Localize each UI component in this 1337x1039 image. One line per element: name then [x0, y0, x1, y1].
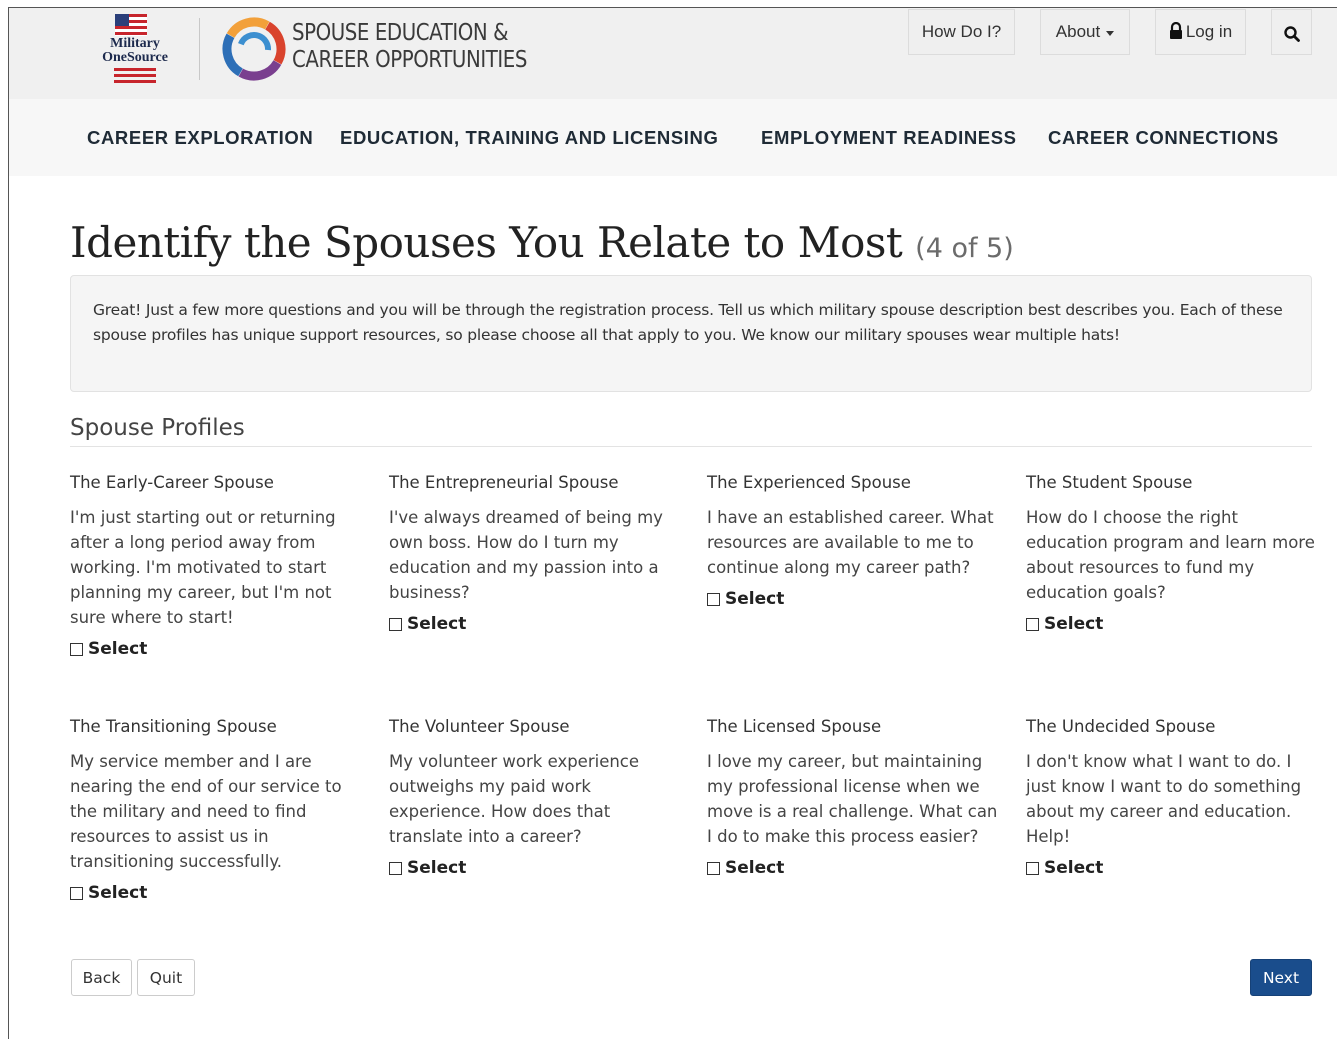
profile-card-undecided: The Undecided Spouse I don't know what I…	[1026, 716, 1326, 879]
checkbox-icon[interactable]	[70, 886, 83, 900]
select-licensed-checkbox[interactable]: Select	[707, 857, 1007, 879]
checkbox-icon[interactable]	[389, 617, 402, 631]
seco-swirl-logo-icon[interactable]	[221, 17, 287, 81]
nav-career-connections[interactable]: CAREER CONNECTIONS	[1048, 127, 1279, 149]
profile-title: The Early-Career Spouse	[70, 473, 274, 492]
login-button[interactable]: Log in	[1155, 9, 1246, 55]
search-icon	[1283, 26, 1300, 42]
profile-card-entrepreneurial: The Entrepreneurial Spouse I've always d…	[389, 472, 689, 635]
profile-title: The Volunteer Spouse	[389, 717, 570, 736]
select-label: Select	[1044, 614, 1104, 634]
profile-description: I love my career, but maintaining my pro…	[707, 752, 998, 846]
profile-title: The Licensed Spouse	[707, 717, 882, 736]
checkbox-icon[interactable]	[707, 592, 720, 606]
profile-title: The Entrepreneurial Spouse	[389, 473, 619, 492]
profile-title: The Transitioning Spouse	[70, 717, 277, 736]
checkbox-icon[interactable]	[707, 861, 720, 875]
profile-card-experienced: The Experienced Spouse I have an establi…	[707, 472, 1007, 610]
logo-text-onesource: OneSource	[102, 50, 168, 65]
lock-icon	[1169, 22, 1182, 39]
checkbox-icon[interactable]	[1026, 617, 1039, 631]
select-label: Select	[407, 858, 467, 878]
profile-title: The Undecided Spouse	[1026, 717, 1216, 736]
next-button[interactable]: Next	[1250, 959, 1312, 996]
caret-down-icon	[1106, 31, 1115, 36]
profile-description: I've always dreamed of being my own boss…	[389, 508, 663, 602]
nav-employment-readiness[interactable]: EMPLOYMENT READINESS	[761, 127, 1017, 149]
logo-divider	[199, 18, 200, 80]
main-nav: CAREER EXPLORATION EDUCATION, TRAINING A…	[9, 99, 1337, 176]
checkbox-icon[interactable]	[70, 642, 83, 656]
flag-icon	[115, 14, 147, 36]
how-do-i-label: How Do I?	[921, 22, 1002, 41]
page-title: Identify the Spouses You Relate to Most …	[70, 218, 1014, 267]
select-entrepreneurial-checkbox[interactable]: Select	[389, 613, 689, 635]
how-do-i-button[interactable]: How Do I?	[908, 9, 1015, 55]
section-divider	[70, 446, 1312, 447]
select-label: Select	[725, 589, 785, 609]
profile-title: The Student Spouse	[1026, 473, 1193, 492]
back-label: Back	[82, 968, 121, 987]
select-experienced-checkbox[interactable]: Select	[707, 588, 1007, 610]
about-dropdown[interactable]: About	[1040, 9, 1130, 55]
profile-description: My service member and I are nearing the …	[70, 752, 342, 871]
select-label: Select	[88, 639, 148, 659]
about-label: About	[1055, 22, 1101, 41]
site-title[interactable]: SPOUSE EDUCATION & CAREER OPPORTUNITIES	[292, 20, 527, 74]
page-title-text: Identify the Spouses You Relate to Most	[70, 218, 903, 267]
profile-description: I'm just starting out or returning after…	[70, 508, 336, 627]
profile-card-early-career: The Early-Career Spouse I'm just startin…	[70, 472, 370, 660]
profile-card-transitioning: The Transitioning Spouse My service memb…	[70, 716, 370, 904]
profile-description: How do I choose the right education prog…	[1026, 508, 1315, 602]
checkbox-icon[interactable]	[1026, 861, 1039, 875]
profile-card-volunteer: The Volunteer Spouse My volunteer work e…	[389, 716, 689, 879]
profile-description: My volunteer work experience outweighs m…	[389, 752, 640, 846]
select-undecided-checkbox[interactable]: Select	[1026, 857, 1326, 879]
select-student-checkbox[interactable]: Select	[1026, 613, 1326, 635]
step-indicator: (4 of 5)	[915, 233, 1014, 264]
site-title-line2: CAREER OPPORTUNITIES	[292, 47, 527, 73]
intro-panel: Great! Just a few more questions and you…	[70, 275, 1312, 392]
login-label: Log in	[1185, 22, 1233, 41]
checkbox-icon[interactable]	[389, 861, 402, 875]
logo-stripes-icon	[114, 68, 156, 83]
top-header	[9, 8, 1337, 99]
military-onesource-logo[interactable]: Military OneSource	[88, 10, 182, 86]
profile-description: I have an established career. What resou…	[707, 508, 994, 577]
intro-text: Great! Just a few more questions and you…	[93, 301, 1283, 344]
select-label: Select	[407, 614, 467, 634]
select-volunteer-checkbox[interactable]: Select	[389, 857, 689, 879]
search-button[interactable]	[1271, 9, 1312, 55]
select-label: Select	[1044, 858, 1104, 878]
select-label: Select	[725, 858, 785, 878]
nav-career-exploration[interactable]: CAREER EXPLORATION	[87, 127, 313, 149]
logo-text-military: Military	[110, 36, 160, 51]
section-heading: Spouse Profiles	[70, 415, 245, 441]
profile-card-student: The Student Spouse How do I choose the r…	[1026, 472, 1326, 635]
select-early-career-checkbox[interactable]: Select	[70, 638, 370, 660]
profile-card-licensed: The Licensed Spouse I love my career, bu…	[707, 716, 1007, 879]
next-label: Next	[1262, 968, 1300, 987]
site-title-line1: SPOUSE EDUCATION &	[292, 20, 509, 46]
profile-description: I don't know what I want to do. I just k…	[1026, 752, 1302, 846]
quit-label: Quit	[149, 968, 183, 987]
quit-button[interactable]: Quit	[137, 959, 195, 996]
profile-title: The Experienced Spouse	[707, 473, 911, 492]
nav-education-training-licensing[interactable]: EDUCATION, TRAINING AND LICENSING	[340, 127, 719, 149]
back-button[interactable]: Back	[71, 959, 132, 996]
select-label: Select	[88, 883, 148, 903]
select-transitioning-checkbox[interactable]: Select	[70, 882, 370, 904]
